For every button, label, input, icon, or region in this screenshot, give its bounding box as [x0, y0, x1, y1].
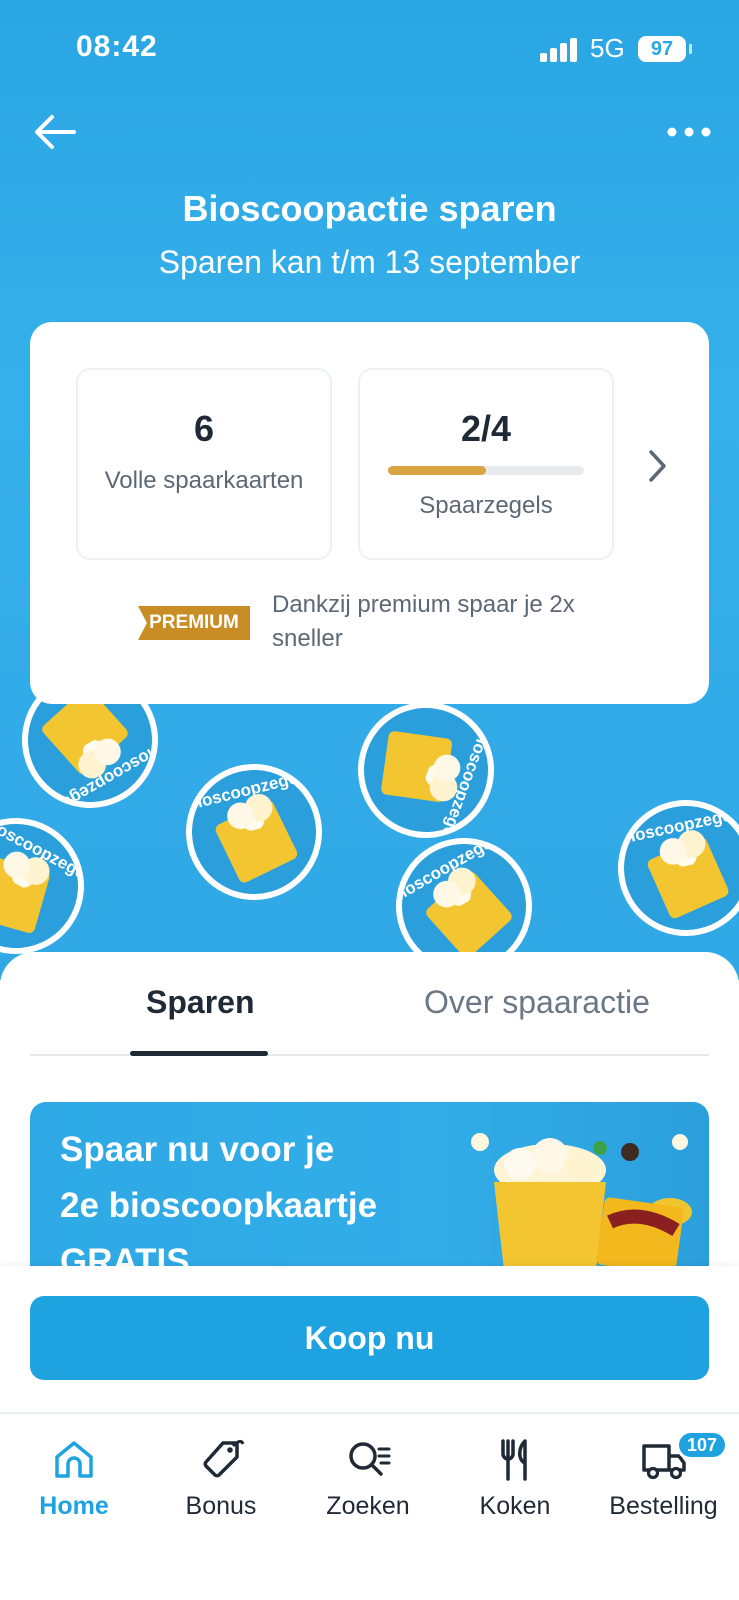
- nav-home-label: Home: [39, 1492, 109, 1520]
- back-button[interactable]: [30, 110, 80, 154]
- stamps-label: Spaarzegels: [419, 492, 553, 519]
- sticker-image: Bioscoopzegel: [605, 787, 739, 949]
- full-cards-stat: 6 Volle spaarkaarten: [76, 368, 332, 560]
- stamps-stat: 2/4 Spaarzegels: [358, 368, 614, 560]
- nav-zoeken[interactable]: Zoeken: [294, 1414, 442, 1534]
- stamps-progress-fill: [388, 466, 486, 475]
- bottom-navigation: Home Bonus Zoeken Koken 107 Bestelling: [0, 1412, 739, 1600]
- order-count-badge: 107: [676, 1430, 729, 1460]
- sticker-image: Bioscoopzegel: [0, 794, 108, 978]
- more-dots-icon: [667, 127, 711, 137]
- sticker-image: Bioscoopzegel: [171, 749, 337, 915]
- buy-bar: Koop nu: [0, 1266, 739, 1412]
- page-subtitle: Sparen kan t/m 13 september: [158, 244, 581, 280]
- home-icon: [55, 1441, 93, 1478]
- nav-koken[interactable]: Koken: [441, 1414, 589, 1534]
- nav-bonus-label: Bonus: [185, 1492, 257, 1520]
- page-title: Bioscoopactie sparen: [182, 188, 557, 229]
- card-details-button[interactable]: [642, 446, 672, 486]
- status-bar: 08:42 5G 97: [0, 0, 739, 96]
- savings-summary-card[interactable]: 6 Volle spaarkaarten 2/4 Spaarzegels PRE…: [30, 322, 709, 704]
- active-tab-indicator: [130, 1051, 268, 1056]
- promo-line-2: 2e bioscoopkaartje: [60, 1186, 378, 1225]
- chevron-right-icon: [649, 450, 666, 482]
- full-cards-value: 6: [193, 408, 215, 449]
- cutlery-icon: [501, 1439, 527, 1481]
- sticker-image: Bioscoopzegel: [338, 682, 514, 858]
- full-cards-label: Volle spaarkaarten: [104, 467, 304, 494]
- tab-over-spaaractie[interactable]: Over spaaractie: [424, 984, 650, 1021]
- premium-badge: PREMIUM: [138, 606, 250, 640]
- stamps-value: 2/4: [460, 408, 512, 449]
- battery-tip: [689, 44, 692, 54]
- network-type: 5G: [590, 33, 625, 63]
- nav-home[interactable]: Home: [0, 1414, 148, 1534]
- nav-zoeken-label: Zoeken: [326, 1492, 410, 1520]
- search-list-icon: [349, 1442, 391, 1476]
- nav-bestelling[interactable]: 107 Bestelling: [588, 1414, 739, 1534]
- buy-now-button[interactable]: Koop nu: [30, 1296, 709, 1380]
- battery-icon: 97: [638, 36, 686, 62]
- nav-bonus[interactable]: Bonus: [147, 1414, 295, 1534]
- nav-koken-label: Koken: [479, 1492, 551, 1520]
- tag-icon: [203, 1439, 245, 1478]
- arrow-left-icon: [35, 115, 76, 149]
- nav-bestelling-label: Bestelling: [609, 1492, 718, 1520]
- tab-sparen[interactable]: Sparen: [146, 984, 254, 1021]
- promo-line-1: Spaar nu voor je: [60, 1130, 335, 1169]
- premium-text: Dankzij premium spaar je 2x sneller: [272, 591, 575, 652]
- signal-strength-icon: [540, 38, 578, 62]
- stamps-progress-bar: [388, 466, 584, 475]
- more-options-button[interactable]: [664, 112, 714, 152]
- promo-banner[interactable]: Spaar nu voor je 2e bioscoopkaartje GRAT…: [30, 1102, 709, 1270]
- status-time: 08:42: [76, 30, 158, 63]
- popcorn-illustration: [471, 1133, 692, 1270]
